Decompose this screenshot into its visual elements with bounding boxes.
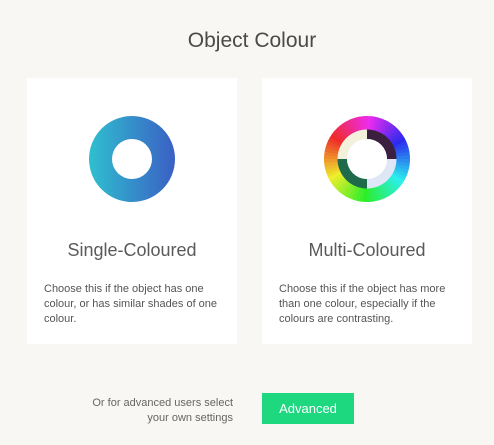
multi-coloured-title: Multi-Coloured xyxy=(308,240,426,260)
advanced-button[interactable]: Advanced xyxy=(262,393,354,424)
multi-colour-ring-icon xyxy=(262,116,472,202)
multi-coloured-description: Choose this if the object has more than … xyxy=(279,283,446,325)
page-title: Object Colour xyxy=(187,29,317,52)
single-coloured-option-card[interactable]: Single-Coloured Choose this if the objec… xyxy=(27,78,237,344)
single-coloured-title: Single-Coloured xyxy=(67,240,197,260)
advanced-prompt-text: Or for advanced users select your own se… xyxy=(92,397,233,424)
single-colour-ring-icon xyxy=(27,116,237,202)
single-coloured-description: Choose this if the object has one colour… xyxy=(44,283,218,325)
multi-coloured-option-card[interactable]: Multi-Coloured Choose this if the object… xyxy=(262,78,472,344)
